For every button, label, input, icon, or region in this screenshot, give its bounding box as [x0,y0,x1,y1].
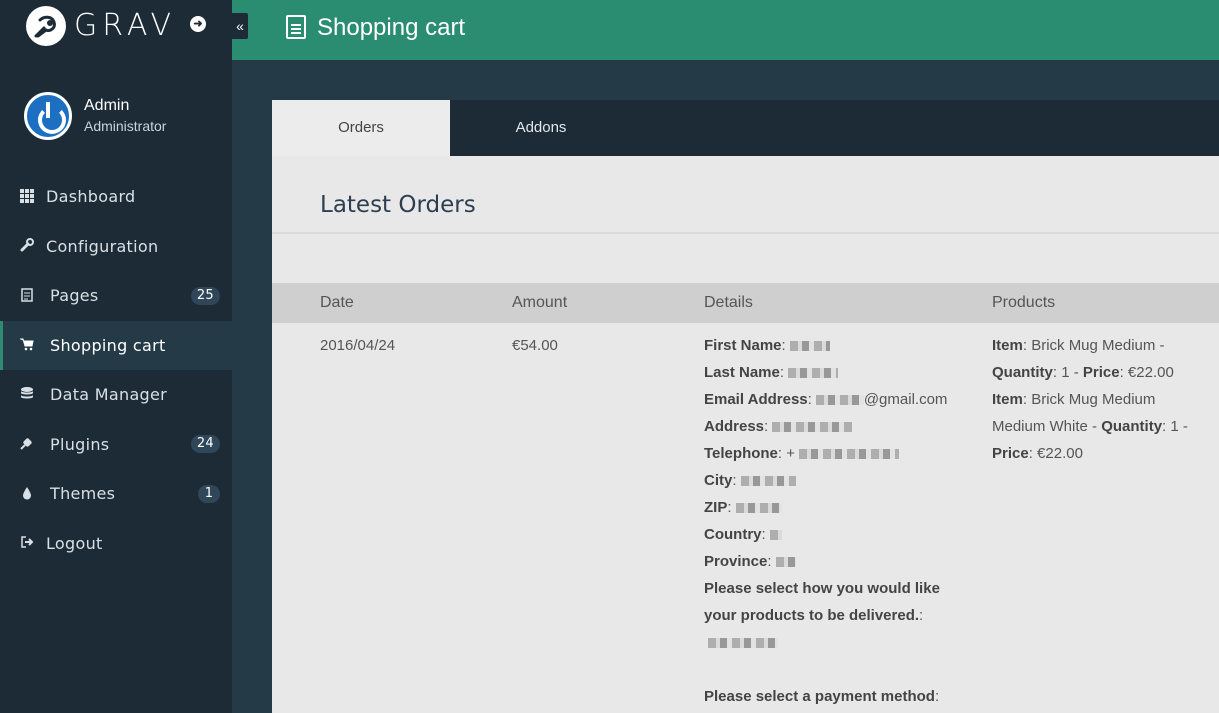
detail-delivery: Please select how you would like your pr… [704,575,974,656]
cart-icon [19,337,35,353]
database-icon [19,386,35,403]
page-header: Shopping cart [232,0,1219,60]
table-header: Date Amount Details Products [272,283,1219,323]
avatar [24,92,72,140]
sidebar-item-label: Pages [50,286,99,306]
column-header-date: Date [320,294,354,311]
sidebar-item-label: Plugins [50,434,110,454]
redacted-value [788,368,839,379]
page-title: Shopping cart [317,14,466,41]
user-role: Administrator [84,118,167,134]
wrench-icon [19,238,35,254]
sidebar-nav: Dashboard Configuration Pages 25 Shoppin… [0,172,232,568]
grid-icon [19,188,35,205]
redacted-value [708,638,778,649]
user-name: Admin [84,97,130,114]
order-amount: €54.00 [512,337,558,354]
sidebar-item-data-manager[interactable]: Data Manager [0,370,232,420]
collapse-sidebar-icon[interactable]: « [232,13,248,39]
sidebar-item-shopping-cart[interactable]: Shopping cart [0,320,232,370]
drop-icon [19,486,35,502]
sidebar-item-themes[interactable]: Themes 1 [0,469,232,519]
tab-bar: Orders Addons [272,100,1219,156]
redacted-value [772,422,853,433]
sidebar-item-label: Configuration [46,236,159,256]
column-header-details: Details [704,294,753,311]
column-header-products: Products [992,294,1056,311]
sidebar-item-label: Shopping cart [50,335,166,355]
detail-province: Province: [704,548,974,575]
detail-address: Address: [704,413,974,440]
sidebar-item-label: Data Manager [50,385,168,405]
order-products: Item: Brick Mug Medium - Quantity: 1 - P… [992,337,1188,462]
logo-bar: GRAV ➜ [0,0,232,60]
tab-orders[interactable]: Orders [272,100,450,156]
pages-count-badge: 25 [190,286,220,305]
grav-logo-icon[interactable] [26,6,66,46]
signout-icon [19,535,35,551]
detail-city: City: [704,467,974,494]
divider [272,232,1219,234]
sidebar-item-label: Dashboard [46,187,136,207]
sidebar-item-label: Themes [50,484,116,504]
redacted-value [815,395,864,406]
themes-count-badge: 1 [198,484,220,503]
redacted-value [735,503,782,514]
redacted-value [769,530,782,541]
detail-first-name: First Name: [704,332,974,359]
detail-country: Country: [704,521,974,548]
column-header-amount: Amount [512,294,568,311]
redacted-value [740,476,796,487]
detail-last-name: Last Name: [704,359,974,386]
sidebar-item-dashboard[interactable]: Dashboard [0,172,232,222]
section-title: Latest Orders [320,192,476,218]
sidebar-item-pages[interactable]: Pages 25 [0,271,232,321]
sidebar: GRAV ➜ « Admin Administrator Dashboard C… [0,0,248,713]
sidebar-item-plugins[interactable]: Plugins 24 [0,420,232,470]
sidebar-item-logout[interactable]: Logout [0,519,232,569]
detail-payment: Please select a payment method: [704,688,940,705]
file-icon [19,288,35,304]
orders-panel: Latest Orders Date Amount Details Produc… [272,156,1219,713]
detail-zip: ZIP: [704,494,974,521]
app-name: GRAV [74,8,177,43]
plugins-count-badge: 24 [190,435,220,454]
user-profile[interactable]: Admin Administrator [0,60,232,172]
detail-email: Email Address: @gmail.com [704,391,948,408]
quick-logout-icon[interactable]: ➜ [190,16,206,32]
plug-icon [19,436,35,452]
order-details: First Name: Last Name: Email Address: @gm… [704,332,974,713]
sidebar-item-configuration[interactable]: Configuration [0,222,232,272]
redacted-value [799,449,900,460]
tab-addons[interactable]: Addons [450,100,632,156]
detail-telephone: Telephone: + [704,440,974,467]
order-date: 2016/04/24 [320,337,396,354]
page-icon [286,15,306,39]
redacted-value [775,557,796,568]
sidebar-item-label: Logout [46,533,103,553]
redacted-value [789,341,830,352]
